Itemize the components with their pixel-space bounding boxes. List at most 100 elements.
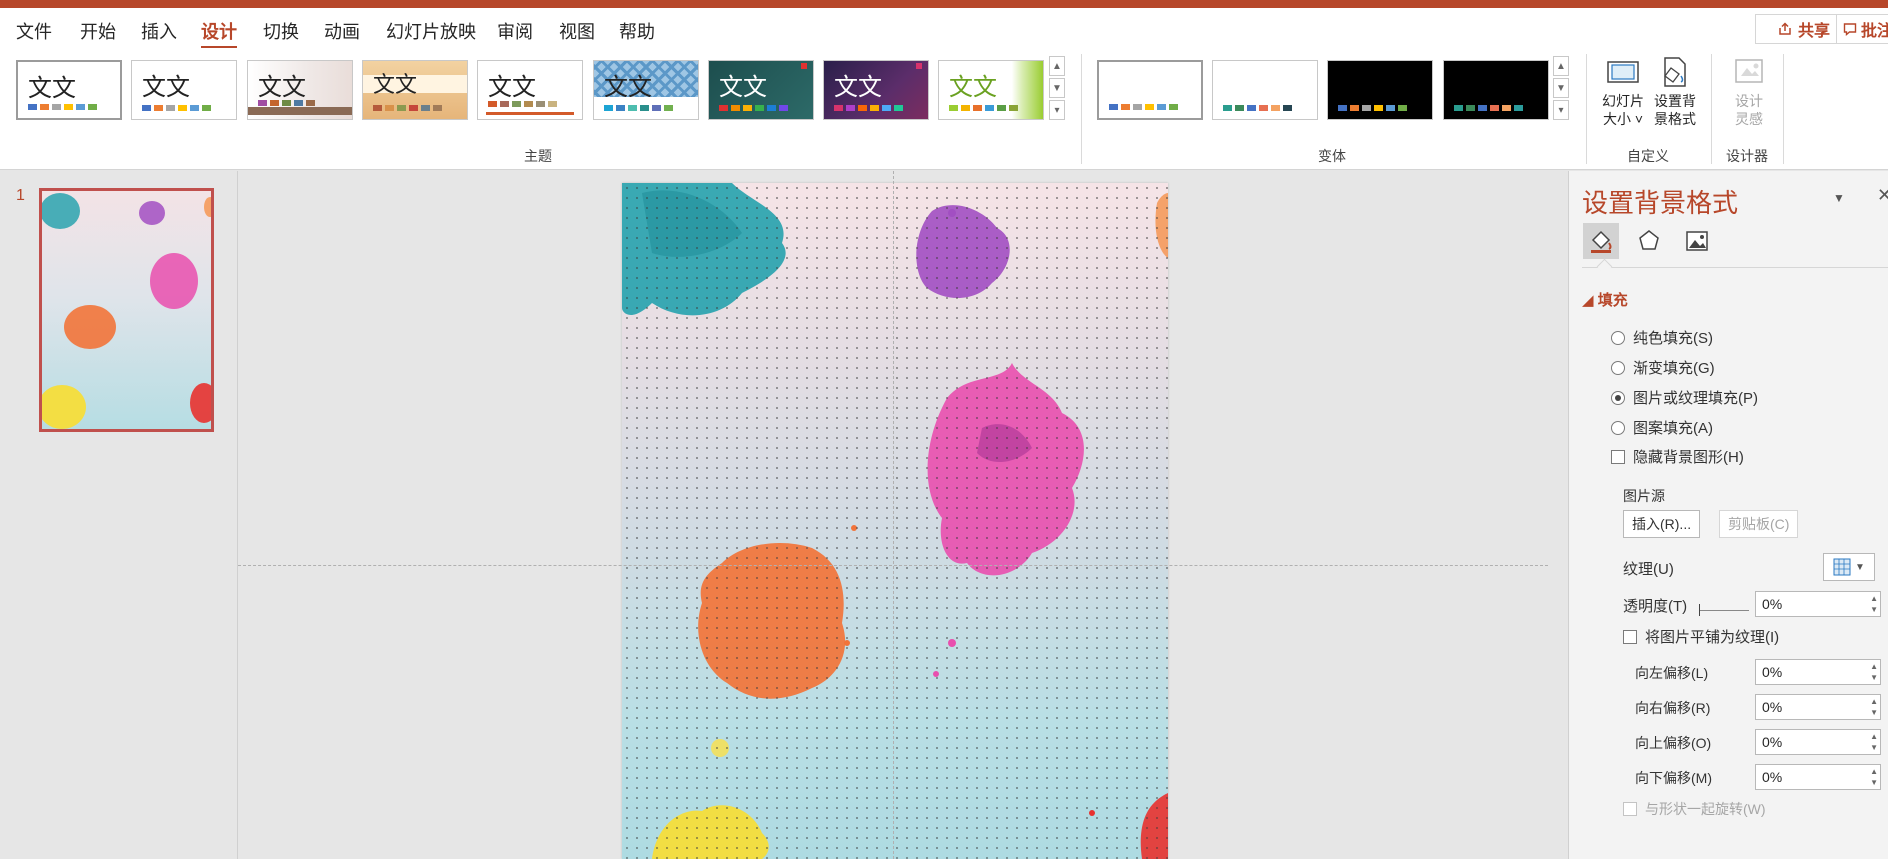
theme-8[interactable]: 文文 bbox=[823, 60, 929, 120]
picture-texture-fill-radio[interactable] bbox=[1611, 390, 1625, 405]
pane-close-icon[interactable]: ✕ bbox=[1877, 185, 1888, 206]
pattern-fill-option[interactable]: 图案填充(A) bbox=[1611, 417, 1713, 438]
theme-preview-text: 文文 bbox=[488, 73, 536, 101]
offset-top-spinner-icon[interactable]: ▲ ▼ bbox=[1870, 731, 1878, 753]
slide-editing-area bbox=[238, 171, 1568, 859]
offset-right-spinner-icon[interactable]: ▲ ▼ bbox=[1870, 696, 1878, 718]
theme-preview-text: 文文 bbox=[949, 73, 997, 101]
design-ideas-icon bbox=[1735, 59, 1763, 83]
slide-size-button[interactable]: 幻灯片 大小 ˅ bbox=[1598, 54, 1648, 128]
clipboard-button[interactable]: 剪贴板(C) bbox=[1719, 510, 1799, 538]
rotate-with-shape-option[interactable]: 与形状一起旋转(W) bbox=[1623, 799, 1766, 819]
hide-background-graphics-option[interactable]: 隐藏背景图形(H) bbox=[1611, 446, 1744, 467]
offset-bottom-label: 向下偏移(M) bbox=[1635, 770, 1712, 786]
menu-insert[interactable]: 插入 bbox=[141, 18, 177, 44]
variants-gallery-scroll[interactable]: ▲ ▼ ▾ bbox=[1553, 56, 1569, 122]
pattern-fill-label: 图案填充(A) bbox=[1633, 420, 1713, 437]
gallery-up-icon[interactable]: ▲ bbox=[1049, 56, 1065, 76]
menu-animations[interactable]: 动画 bbox=[324, 18, 360, 44]
group-divider bbox=[1783, 54, 1784, 164]
offset-bottom-spinner-icon[interactable]: ▲ ▼ bbox=[1870, 766, 1878, 788]
fill-icon bbox=[1591, 230, 1612, 253]
theme-3[interactable]: 文文 bbox=[247, 60, 353, 120]
transparency-input[interactable]: 0% ▲ ▼ bbox=[1755, 591, 1881, 617]
fill-section-label: 填充 bbox=[1597, 292, 1628, 309]
slide-thumbnail[interactable] bbox=[39, 188, 214, 432]
vertical-guide[interactable] bbox=[893, 171, 894, 859]
dot-grid-overlay bbox=[622, 183, 1168, 859]
offset-left-input[interactable]: 0% ▲ ▼ bbox=[1755, 659, 1881, 685]
menu-transitions[interactable]: 切换 bbox=[263, 18, 299, 44]
comments-label: 批注 bbox=[1861, 23, 1888, 40]
slide-thumbnail-pane: 1 bbox=[0, 171, 238, 859]
transparency-label: 透明度(T) bbox=[1623, 598, 1688, 615]
insert-picture-button[interactable]: 插入(R)... bbox=[1623, 510, 1701, 538]
hide-background-graphics-checkbox[interactable] bbox=[1611, 449, 1625, 464]
format-background-button[interactable]: 设置背 景格式 bbox=[1650, 54, 1700, 128]
picture-texture-fill-label: 图片或纹理填充(P) bbox=[1633, 390, 1758, 407]
rotate-with-shape-checkbox[interactable] bbox=[1623, 802, 1637, 816]
design-ideas-button[interactable]: 设计 灵感 bbox=[1724, 54, 1774, 128]
effects-tab[interactable] bbox=[1631, 223, 1667, 259]
offset-left-spinner-icon[interactable]: ▲ ▼ bbox=[1870, 661, 1878, 683]
gallery-down-icon[interactable]: ▼ bbox=[1049, 78, 1065, 98]
tile-picture-checkbox[interactable] bbox=[1623, 629, 1637, 644]
variant-4[interactable] bbox=[1443, 60, 1549, 120]
menu-home[interactable]: 开始 bbox=[80, 18, 116, 44]
gallery-more-icon[interactable]: ▾ bbox=[1553, 100, 1569, 120]
slide-canvas[interactable] bbox=[622, 183, 1168, 859]
slide-number: 1 bbox=[16, 187, 25, 204]
variant-1[interactable] bbox=[1097, 60, 1203, 120]
menu-slideshow[interactable]: 幻灯片放映 bbox=[386, 18, 476, 44]
theme-preview-text: 文文 bbox=[142, 73, 190, 101]
gallery-more-icon[interactable]: ▾ bbox=[1049, 100, 1065, 120]
texture-dropdown-caret-icon: ▼ bbox=[1855, 561, 1865, 573]
offset-left-label: 向左偏移(L) bbox=[1635, 665, 1709, 681]
theme-5[interactable]: 文文 bbox=[477, 60, 583, 120]
fill-tab[interactable] bbox=[1583, 223, 1619, 259]
theme-7[interactable]: 文文 bbox=[708, 60, 814, 120]
texture-dropdown[interactable]: ▼ bbox=[1823, 553, 1875, 581]
pattern-fill-radio[interactable] bbox=[1611, 420, 1625, 435]
solid-fill-radio[interactable] bbox=[1611, 330, 1625, 345]
menu-file[interactable]: 文件 bbox=[16, 18, 52, 44]
gallery-down-icon[interactable]: ▼ bbox=[1553, 78, 1569, 98]
theme-4[interactable]: 文文 bbox=[362, 60, 468, 120]
menu-design[interactable]: 设计 bbox=[201, 18, 237, 49]
offset-top-label: 向上偏移(O) bbox=[1635, 735, 1712, 751]
theme-6[interactable]: 文文 bbox=[593, 60, 699, 120]
variant-3[interactable] bbox=[1327, 60, 1433, 120]
theme-preview-text: 文文 bbox=[258, 73, 306, 101]
menu-view[interactable]: 视图 bbox=[559, 18, 595, 44]
theme-office[interactable]: 文文 bbox=[16, 60, 122, 120]
transparency-slider[interactable] bbox=[1699, 604, 1749, 616]
menu-bar: 文件 开始 插入 设计 切换 动画 幻灯片放映 审阅 视图 帮助 共享 批注 bbox=[0, 8, 1888, 49]
picture-icon bbox=[1686, 231, 1708, 251]
offset-bottom-input[interactable]: 0% ▲ ▼ bbox=[1755, 764, 1881, 790]
pane-options-icon[interactable]: ▼ bbox=[1833, 191, 1845, 205]
offset-top-input[interactable]: 0% ▲ ▼ bbox=[1755, 729, 1881, 755]
slide-size-label-2: 大小 ˅ bbox=[1602, 111, 1644, 127]
theme-preview-text: 文文 bbox=[834, 73, 882, 101]
slide-size-label-1: 幻灯片 bbox=[1602, 93, 1644, 109]
themes-gallery-scroll[interactable]: ▲ ▼ ▾ bbox=[1049, 56, 1065, 122]
solid-fill-option[interactable]: 纯色填充(S) bbox=[1611, 327, 1713, 348]
comments-button[interactable]: 批注 bbox=[1836, 14, 1888, 44]
tile-picture-option[interactable]: 将图片平铺为纹理(I) bbox=[1623, 626, 1779, 647]
variant-2[interactable] bbox=[1212, 60, 1318, 120]
picture-tab[interactable] bbox=[1679, 223, 1715, 259]
slide-size-icon bbox=[1607, 61, 1639, 83]
transparency-value: 0% bbox=[1762, 596, 1783, 612]
theme-9[interactable]: 文文 bbox=[938, 60, 1044, 120]
transparency-spinner-icon[interactable]: ▲ ▼ bbox=[1870, 593, 1878, 615]
theme-office-2[interactable]: 文文 bbox=[131, 60, 237, 120]
gradient-fill-radio[interactable] bbox=[1611, 360, 1625, 375]
gradient-fill-option[interactable]: 渐变填充(G) bbox=[1611, 357, 1715, 378]
fill-section-header[interactable]: ◢ 填充 bbox=[1582, 289, 1628, 310]
offset-right-input[interactable]: 0% ▲ ▼ bbox=[1755, 694, 1881, 720]
menu-review[interactable]: 审阅 bbox=[497, 18, 533, 44]
gradient-fill-label: 渐变填充(G) bbox=[1633, 360, 1715, 377]
picture-texture-fill-option[interactable]: 图片或纹理填充(P) bbox=[1611, 387, 1758, 408]
menu-help[interactable]: 帮助 bbox=[619, 18, 655, 44]
gallery-up-icon[interactable]: ▲ bbox=[1553, 56, 1569, 76]
